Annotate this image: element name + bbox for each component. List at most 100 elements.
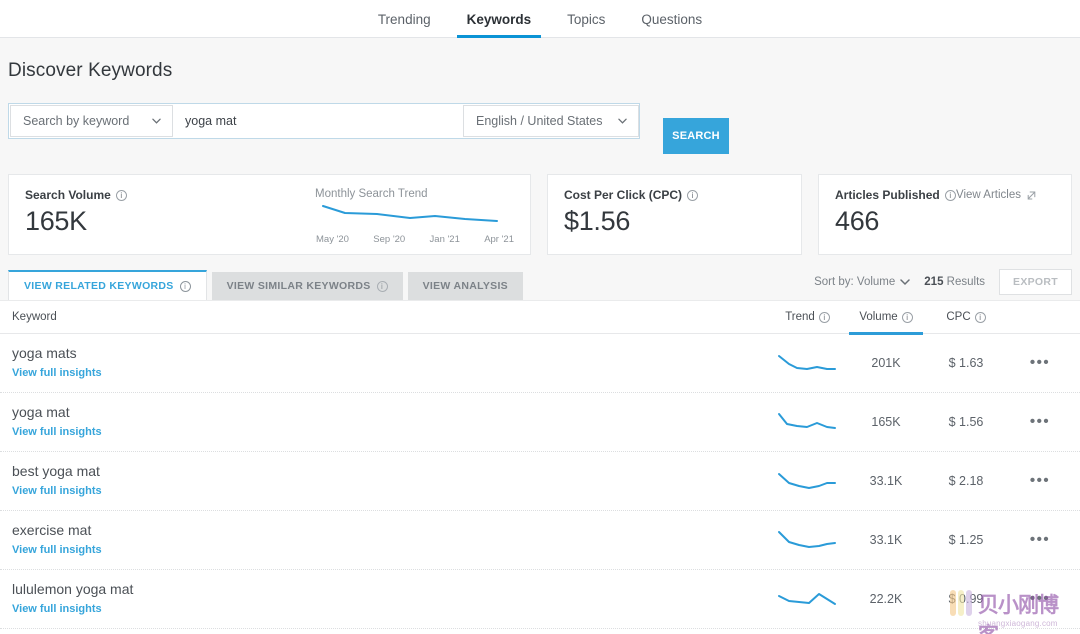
col-header-volume[interactable]: Volume i (845, 301, 927, 335)
primary-nav: Trending Keywords Topics Questions (0, 0, 1080, 38)
cell-volume: 22.2K (869, 592, 903, 606)
search-button[interactable]: SEARCH (663, 118, 729, 154)
ellipsis-icon: ••• (1029, 590, 1051, 607)
page-title: Discover Keywords (8, 60, 173, 81)
trend-axis-labels: May '20 Sep '20 Jan '21 Apr '21 (315, 234, 515, 245)
view-full-insights-link[interactable]: View full insights (12, 544, 102, 556)
row-menu-button[interactable]: ••• (1005, 354, 1075, 372)
locale-select[interactable]: English / United States (463, 105, 639, 137)
card-search-volume: Search Volume i 165K Monthly Search Tren… (8, 174, 531, 255)
monthly-search-trend: Monthly Search Trend May '20 Sep '20 Jan… (315, 188, 515, 245)
row-menu-button[interactable]: ••• (1005, 590, 1075, 608)
table-body: yoga mats View full insights 201K $ 1.63 •••… (0, 334, 1080, 629)
card-cpc-label: Cost Per Click (CPC) i (564, 188, 785, 202)
cell-trend (770, 352, 845, 374)
nav-tab-trending[interactable]: Trending (360, 12, 449, 38)
locale-value: English / United States (476, 114, 603, 128)
cell-volume: 33.1K (869, 474, 903, 488)
table-header-row: Keyword Trend i Volume i CPC i (0, 301, 1080, 335)
cell-keyword: best yoga mat View full insights (0, 463, 770, 499)
cell-keyword: exercise mat View full insights (0, 522, 770, 558)
view-full-insights-link[interactable]: View full insights (12, 367, 102, 379)
search-type-select[interactable]: Search by keyword (10, 105, 173, 137)
row-sparkline (777, 355, 836, 370)
sort-by-dropdown[interactable]: Sort by: Volume (814, 276, 911, 288)
row-menu-button[interactable]: ••• (1005, 472, 1075, 490)
keyword-name: yoga mat (12, 404, 70, 420)
cell-cpc: $ 1.25 (948, 533, 984, 547)
row-menu-button[interactable]: ••• (1005, 413, 1075, 431)
info-icon[interactable]: i (115, 189, 127, 201)
col-header-keyword[interactable]: Keyword (0, 311, 770, 323)
table-row[interactable]: yoga mat View full insights 165K $ 1.56 ••• (0, 393, 1080, 452)
search-bar: Search by keyword English / United State… (8, 103, 640, 139)
info-icon[interactable]: i (974, 311, 986, 323)
cell-volume: 165K (871, 415, 901, 429)
col-header-cpc[interactable]: CPC i (927, 311, 1005, 323)
keyword-input[interactable] (173, 104, 463, 138)
cell-trend (770, 529, 845, 551)
table-row[interactable]: yoga mats View full insights 201K $ 1.63 ••• (0, 334, 1080, 393)
card-cpc: Cost Per Click (CPC) i $1.56 (547, 174, 802, 255)
tab-view-similar-keywords[interactable]: VIEW SIMILAR KEYWORDS i (211, 272, 403, 300)
view-articles-label: View Articles (956, 189, 1021, 201)
trend-tick-2: Jan '21 (429, 234, 460, 245)
trend-tick-1: Sep '20 (373, 234, 406, 245)
results-count-suffix: Results (943, 276, 986, 288)
row-menu-button[interactable]: ••• (1005, 531, 1075, 549)
tab-view-related-keywords[interactable]: VIEW RELATED KEYWORDS i (8, 270, 207, 300)
trend-tick-0: May '20 (316, 234, 349, 245)
export-button[interactable]: EXPORT (999, 269, 1072, 295)
card-cpc-value: $1.56 (564, 206, 631, 236)
view-full-insights-link[interactable]: View full insights (12, 603, 102, 615)
trend-title: Monthly Search Trend (315, 188, 428, 200)
nav-tab-questions[interactable]: Questions (623, 12, 720, 38)
row-sparkline (777, 593, 836, 605)
cell-cpc: $ 2.18 (948, 474, 984, 488)
info-icon[interactable]: i (687, 189, 699, 201)
sort-by-label: Sort by: Volume (814, 276, 896, 288)
ellipsis-icon: ••• (1029, 472, 1051, 489)
trend-sparkline (322, 205, 498, 222)
chevron-down-icon (152, 118, 161, 124)
info-icon[interactable]: i (376, 280, 388, 292)
results-count-number: 215 (924, 276, 944, 288)
external-link-icon (1027, 191, 1036, 199)
view-full-insights-link[interactable]: View full insights (12, 426, 102, 438)
cell-trend (770, 470, 845, 492)
row-sparkline (777, 413, 836, 429)
col-header-trend[interactable]: Trend i (770, 311, 845, 323)
cell-keyword: yoga mat View full insights (0, 404, 770, 440)
card-articles-published: Articles Published i View Articles 466 (818, 174, 1072, 255)
info-icon[interactable]: i (944, 189, 956, 201)
ellipsis-icon: ••• (1029, 413, 1051, 430)
cell-trend (770, 411, 845, 433)
info-icon[interactable]: i (901, 311, 913, 323)
keyword-name: exercise mat (12, 522, 92, 538)
cell-keyword: lululemon yoga mat View full insights (0, 581, 770, 617)
trend-tick-3: Apr '21 (484, 234, 514, 245)
info-icon[interactable]: i (818, 311, 830, 323)
search-type-value: Search by keyword (23, 114, 130, 128)
keywords-table: Keyword Trend i Volume i CPC i yoga mats… (0, 300, 1080, 629)
discover-section: Discover Keywords Search by keyword Engl… (0, 38, 1080, 163)
table-row[interactable]: lululemon yoga mat View full insights 22.2… (0, 570, 1080, 629)
view-articles-link[interactable]: View Articles (956, 189, 1037, 201)
results-controls: Sort by: Volume 215 Results EXPORT (814, 269, 1072, 300)
nav-tab-topics[interactable]: Topics (549, 12, 623, 38)
results-count: 215 Results (924, 276, 985, 288)
keyword-name: best yoga mat (12, 463, 100, 479)
tab-label: VIEW SIMILAR KEYWORDS (226, 280, 371, 292)
info-icon[interactable]: i (179, 280, 191, 292)
cell-keyword: yoga mats View full insights (0, 345, 770, 381)
table-row[interactable]: exercise mat View full insights 33.1K $ 1.2… (0, 511, 1080, 570)
nav-tab-keywords[interactable]: Keywords (449, 12, 550, 38)
tab-view-analysis[interactable]: VIEW ANALYSIS (407, 272, 523, 300)
chevron-down-icon (900, 279, 911, 286)
chevron-down-icon (618, 118, 627, 124)
view-full-insights-link[interactable]: View full insights (12, 485, 102, 497)
table-row[interactable]: best yoga mat View full insights 33.1K $ 2.… (0, 452, 1080, 511)
row-sparkline (777, 473, 836, 489)
tab-label: VIEW ANALYSIS (422, 280, 508, 292)
cell-cpc: $ 1.63 (948, 356, 984, 370)
